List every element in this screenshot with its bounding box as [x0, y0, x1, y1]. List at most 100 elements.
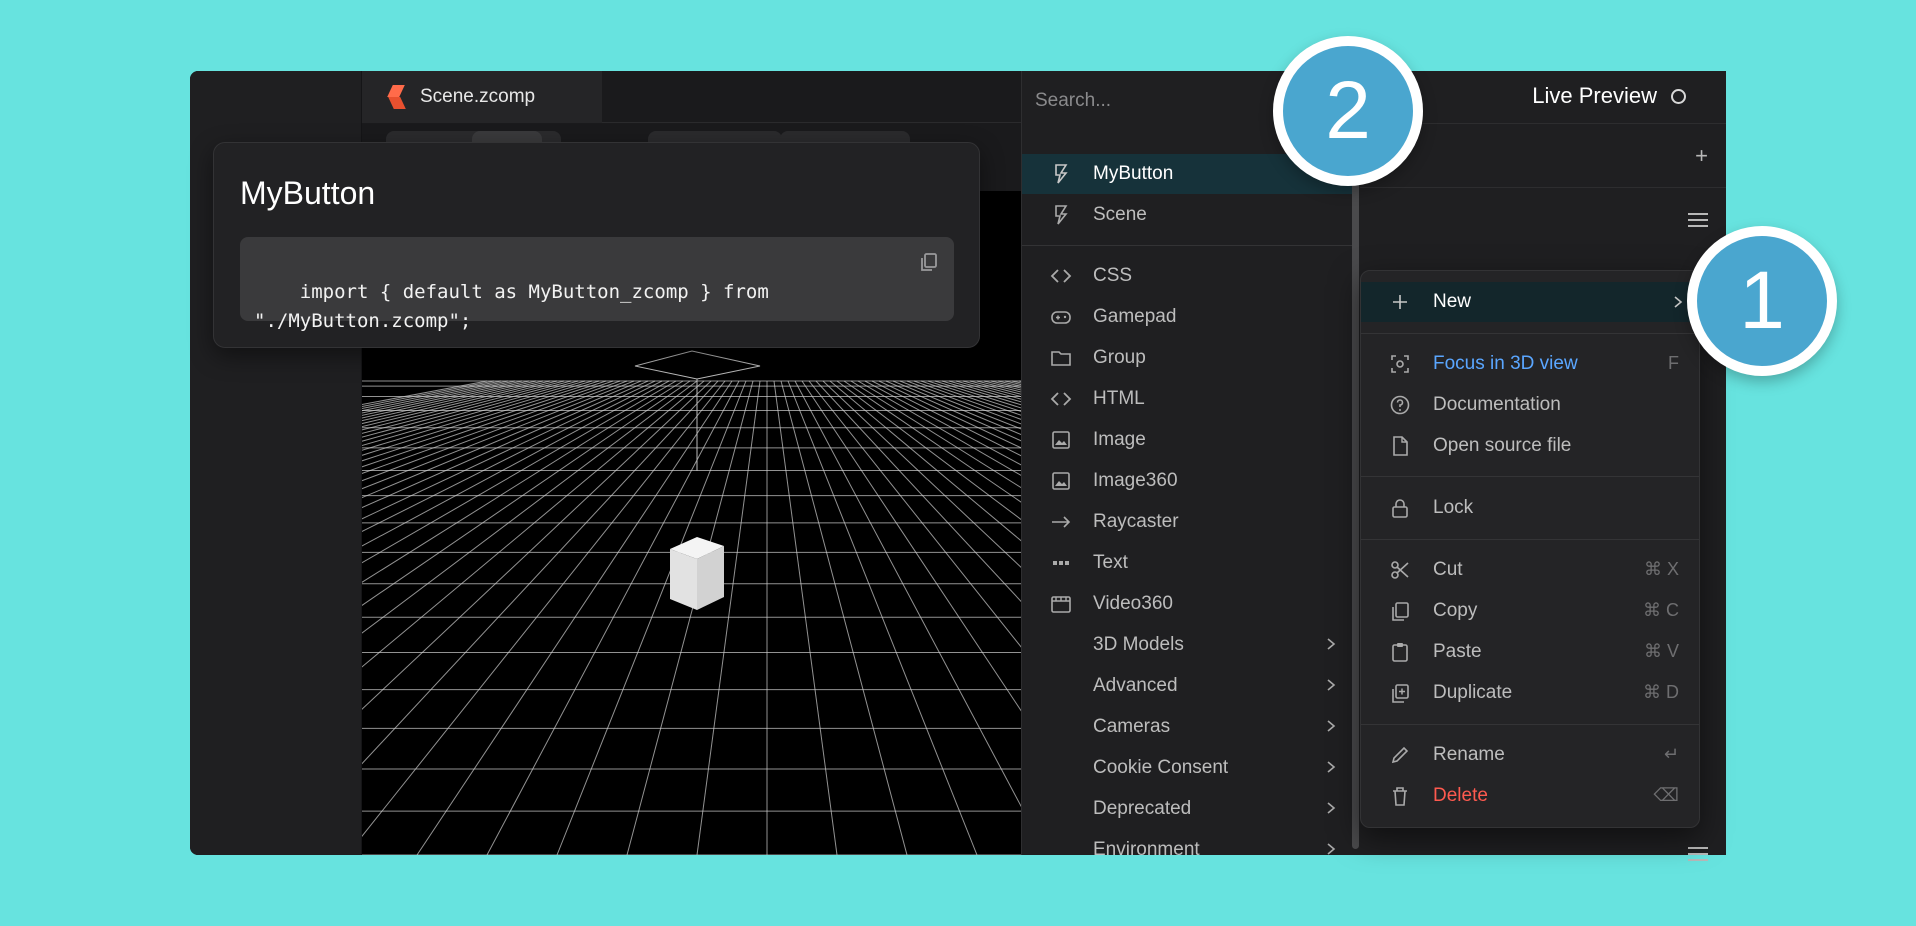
menu-item-label: Image360 — [1093, 470, 1178, 491]
grid-line — [362, 380, 565, 434]
menu-item-text[interactable]: Text — [1022, 543, 1352, 583]
chevron-right-icon — [1327, 843, 1336, 855]
scrollbar[interactable] — [1352, 181, 1359, 849]
ctx-item-label: Delete — [1433, 785, 1488, 806]
tab-scene[interactable]: Scene.zcomp — [362, 71, 602, 123]
grid-line — [362, 380, 663, 533]
shortcut-label: ⌘ V — [1643, 641, 1679, 661]
submenu-advanced[interactable]: Advanced — [1022, 666, 1352, 706]
menu-item-label: 3D Models — [1093, 634, 1184, 655]
menu-item-image[interactable]: Image — [1022, 420, 1352, 460]
submenu-deprecated[interactable]: Deprecated — [1022, 789, 1352, 829]
copy-icon — [1392, 602, 1409, 621]
grid-line — [808, 380, 1024, 652]
ctx-item-delete[interactable]: Delete ⌫ — [1361, 776, 1699, 816]
divider — [1022, 245, 1352, 246]
grid-line — [362, 380, 705, 668]
plus-icon — [1393, 295, 1407, 309]
menu-item-html[interactable]: HTML — [1022, 379, 1352, 419]
ctx-item-lock[interactable]: Lock — [1361, 488, 1699, 528]
shortcut-label: ↵ — [1663, 744, 1679, 764]
ctx-item-paste[interactable]: Paste ⌘ V — [1361, 632, 1699, 672]
ctx-item-label: Cut — [1433, 559, 1463, 580]
menu-icon[interactable] — [1688, 847, 1708, 861]
duplicate-icon — [1392, 684, 1409, 703]
video-icon — [1051, 596, 1071, 613]
menu-item-label: CSS — [1093, 265, 1133, 286]
divider — [1361, 539, 1699, 540]
step-badge-1: 1 — [1687, 226, 1837, 376]
submenu-environment[interactable]: Environment — [1022, 830, 1352, 870]
ctx-item-rename[interactable]: Rename ↵ — [1361, 735, 1699, 775]
grid-line — [362, 380, 593, 451]
grid-line — [362, 380, 670, 547]
ctx-item-label: Copy — [1433, 600, 1478, 621]
gamepad-icon — [1051, 311, 1071, 324]
ctx-item-duplicate[interactable]: Duplicate ⌘ D — [1361, 673, 1699, 713]
arrow-right-icon — [1052, 516, 1071, 528]
chevron-right-icon — [1327, 638, 1336, 650]
copy-icon[interactable] — [918, 251, 940, 273]
menu-item-label: Video360 — [1093, 593, 1173, 614]
ctx-item-label: Duplicate — [1433, 682, 1513, 703]
menu-item-label: Advanced — [1093, 675, 1178, 696]
ctx-item-focus[interactable]: Focus in 3D view F — [1361, 344, 1699, 384]
search-input[interactable] — [1035, 81, 1275, 121]
zapworks-logo — [388, 85, 406, 109]
shortcut-label: ⌘ C — [1643, 600, 1679, 620]
grid-line — [362, 380, 726, 837]
ctx-item-open-source[interactable]: Open source file — [1361, 426, 1699, 466]
menu-item-raycaster[interactable]: Raycaster — [1022, 502, 1352, 542]
ctx-item-new[interactable]: New — [1361, 282, 1699, 322]
menu-item-video360[interactable]: Video360 — [1022, 584, 1352, 624]
menu-item-group[interactable]: Group — [1022, 338, 1352, 378]
ctx-item-label: Documentation — [1433, 394, 1561, 415]
ctx-item-documentation[interactable]: Documentation — [1361, 385, 1699, 425]
add-icon[interactable]: + — [1695, 143, 1708, 169]
code-icon — [1050, 392, 1072, 406]
scissors-icon — [1391, 561, 1409, 579]
grid-line — [362, 380, 502, 410]
grid-line — [773, 380, 838, 855]
menu-item-label: Environment — [1093, 839, 1200, 860]
grid-line — [362, 380, 621, 474]
submenu-3d-models[interactable]: 3D Models — [1022, 625, 1352, 665]
menu-item-label: Deprecated — [1093, 798, 1192, 819]
menu-item-css[interactable]: CSS — [1022, 256, 1352, 296]
folder-icon — [1051, 351, 1071, 366]
menu-item-label: Scene — [1093, 204, 1147, 225]
live-preview-toggle[interactable]: Live Preview — [1532, 83, 1686, 109]
lock-icon — [1392, 499, 1408, 518]
grid-line — [362, 380, 488, 406]
zcomp-icon — [1055, 164, 1068, 184]
divider — [1361, 333, 1699, 334]
image-icon — [1052, 431, 1070, 449]
tab-title: Scene.zcomp — [420, 86, 536, 107]
menu-item-image360[interactable]: Image360 — [1022, 461, 1352, 501]
menu-item-label: HTML — [1093, 388, 1145, 409]
grid-line — [920, 380, 1024, 417]
menu-item-scene[interactable]: Scene — [1022, 195, 1352, 235]
ctx-item-cut[interactable]: Cut ⌘ X — [1361, 550, 1699, 590]
menu-icon[interactable] — [1688, 213, 1708, 227]
import-code-block: import { default as MyButton_zcomp } fro… — [240, 237, 954, 332]
grid-line — [696, 380, 761, 855]
submenu-cameras[interactable]: Cameras — [1022, 707, 1352, 747]
grid-line — [362, 380, 572, 438]
menu-item-label: Cookie Consent — [1093, 757, 1229, 778]
grid-line — [794, 380, 1024, 813]
chevron-right-icon — [1674, 296, 1683, 308]
import-snippet-card: MyButton import { default as MyButton_zc… — [213, 142, 980, 348]
grid-line — [941, 380, 1024, 407]
menu-item-gamepad[interactable]: Gamepad — [1022, 297, 1352, 337]
grid-line — [829, 380, 1024, 544]
grid-line — [416, 380, 733, 855]
cube-object[interactable] — [670, 537, 724, 610]
grid-line — [864, 380, 1024, 468]
grid-line — [626, 380, 754, 855]
shortcut-label: ⌘ D — [1643, 682, 1679, 702]
grid-line — [836, 380, 1024, 523]
submenu-cookie-consent[interactable]: Cookie Consent — [1022, 748, 1352, 788]
component-title: MyButton — [240, 175, 376, 211]
ctx-item-copy[interactable]: Copy ⌘ C — [1361, 591, 1699, 631]
